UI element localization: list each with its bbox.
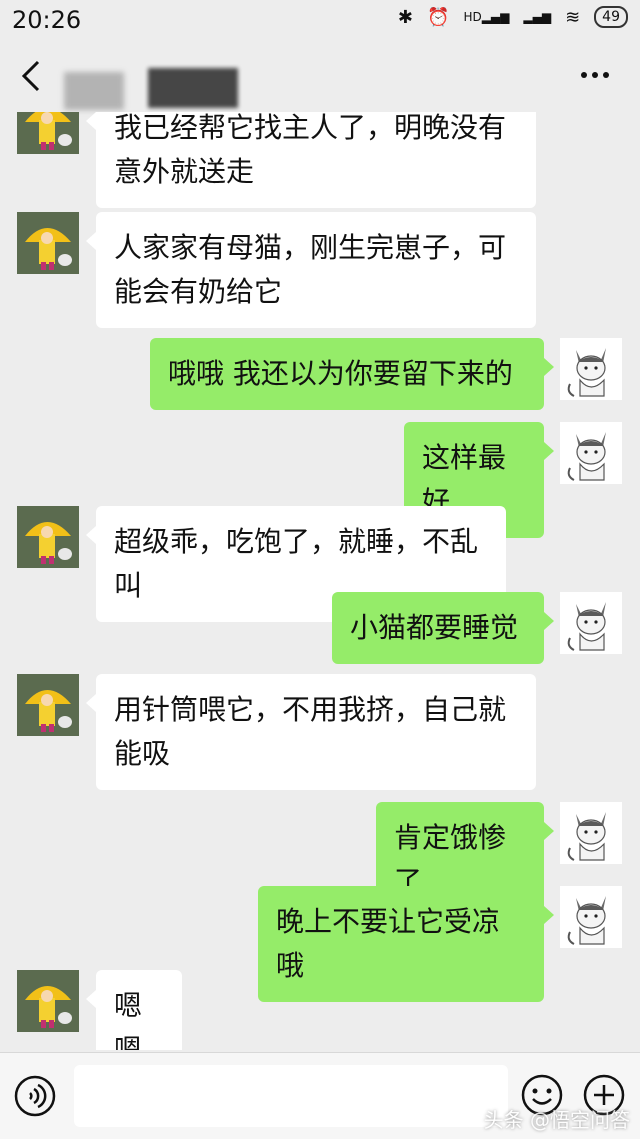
back-arrow-icon[interactable] [18,58,46,94]
avatar[interactable] [17,506,79,568]
chat-list[interactable]: 我已经帮它找主人了，明晚没有意外就送走 人家家有母猫，刚生完崽子，可能会有奶给它… [0,112,640,1050]
signal-icon: ▂▄▆ [523,10,552,24]
battery-icon: 49 [594,6,628,28]
message-row: 超级乖，吃饱了，就睡，不乱叫 [0,506,640,622]
message-bubble-in[interactable]: 用针筒喂它，不用我挤，自己就能吸 [86,674,536,790]
message-text: 我已经帮它找主人了，明晚没有意外就送走 [114,112,507,188]
status-bar: 20:26 ✱ ⏰ HD▂▄▆ ▂▄▆ ≋ 49 [0,0,640,40]
message-row: 嗯嗯 [0,970,640,1050]
message-row: 用针筒喂它，不用我挤，自己就能吸 [0,674,640,790]
message-text: 人家家有母猫，刚生完崽子，可能会有奶给它 [114,231,507,308]
voice-icon[interactable] [14,1075,56,1117]
message-text: 超级乖，吃饱了，就睡，不乱叫 [114,525,479,602]
message-row: 小猫都要睡觉 [0,592,640,664]
message-bubble-in[interactable]: 我已经帮它找主人了，明晚没有意外就送走 [86,112,536,208]
message-row: 哦哦 我还以为你要留下来的 [0,338,640,410]
status-icons: ✱ ⏰ HD▂▄▆ ▂▄▆ ≋ 49 [398,6,628,28]
avatar[interactable] [560,422,622,484]
title-bar [0,42,640,112]
status-time: 20:26 [12,6,82,34]
wifi-icon: ≋ [565,6,581,28]
message-bubble-in[interactable]: 人家家有母猫，刚生完崽子，可能会有奶给它 [86,212,536,328]
message-text: 小猫都要睡觉 [350,611,519,644]
bluetooth-icon: ✱ [397,6,414,28]
avatar[interactable] [560,338,622,400]
alarm-icon: ⏰ [427,6,450,28]
message-text: 用针筒喂它，不用我挤，自己就能吸 [114,693,507,770]
message-row: 晚上不要让它受凉哦 [0,886,640,1002]
avatar[interactable] [17,674,79,736]
contact-name-redaction [64,72,124,110]
avatar[interactable] [17,112,79,154]
message-row: 这样最好 [0,422,640,538]
network-label: HD [463,10,482,24]
message-input[interactable] [74,1065,508,1127]
message-row: 肯定饿惨了 [0,802,640,918]
message-bubble-out[interactable]: 哦哦 我还以为你要留下来的 [150,338,554,410]
signal-icon: HD▂▄▆ [463,10,510,24]
battery-level: 49 [602,9,620,25]
message-bubble-out[interactable]: 小猫都要睡觉 [332,592,554,664]
watermark-text: 头条 @悟空问答 [483,1108,630,1132]
avatar[interactable] [17,212,79,274]
watermark: 头条 @悟空问答 [484,1104,630,1133]
avatar[interactable] [17,970,79,1032]
avatar[interactable] [560,802,622,864]
avatar[interactable] [560,886,622,948]
input-bar: 头条 @悟空问答 [0,1052,640,1139]
message-row: 人家家有母猫，刚生完崽子，可能会有奶给它 [0,212,640,328]
message-text: 嗯嗯 [114,989,143,1050]
message-bubble-in[interactable]: 嗯嗯 [86,970,182,1050]
message-text: 哦哦 我还以为你要留下来的 [168,357,513,390]
avatar[interactable] [560,592,622,654]
message-row: 我已经帮它找主人了，明晚没有意外就送走 [0,112,640,208]
more-dots-icon[interactable] [580,70,610,80]
contact-name-redaction [148,68,238,108]
